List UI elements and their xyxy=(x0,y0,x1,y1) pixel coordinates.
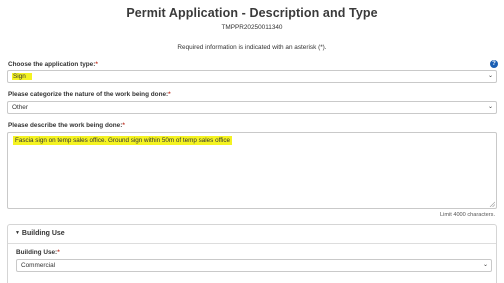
caret-down-icon: ▼ xyxy=(15,230,20,236)
panel-divider xyxy=(8,243,496,244)
building-use-label-text: Building Use: xyxy=(16,249,58,256)
application-type-label: Choose the application type:* xyxy=(8,61,98,68)
building-use-label: Building Use:* xyxy=(16,249,60,256)
work-category-label: Please categorize the nature of the work… xyxy=(8,91,171,98)
application-type-label-text: Choose the application type: xyxy=(8,61,96,68)
work-category-value: Other xyxy=(12,104,28,111)
work-description-textarea[interactable]: Fascia sign on temp sales office. Ground… xyxy=(7,132,497,209)
application-type-select[interactable]: Sign ⌄ xyxy=(7,70,497,83)
required-asterisk: * xyxy=(95,61,98,68)
required-asterisk: * xyxy=(122,122,125,129)
required-asterisk: * xyxy=(57,249,60,256)
application-type-value: Sign xyxy=(12,73,32,80)
work-category-select[interactable]: Other ⌄ xyxy=(7,101,497,114)
building-use-value: Commercial xyxy=(21,262,56,269)
work-description-value: Fascia sign on temp sales office. Ground… xyxy=(13,136,233,145)
required-asterisk: * xyxy=(168,91,171,98)
chevron-down-icon: ⌄ xyxy=(487,104,493,110)
chevron-down-icon: ⌄ xyxy=(487,73,493,79)
resize-grip-icon[interactable] xyxy=(489,201,495,207)
building-use-select[interactable]: Commercial ⌄ xyxy=(16,259,492,272)
application-number: TMPPR20250011340 xyxy=(221,24,283,31)
chevron-down-icon: ⌄ xyxy=(482,262,488,268)
building-use-panel-title: Building Use xyxy=(21,230,65,237)
question-circle-icon[interactable]: ? xyxy=(490,60,498,68)
work-category-label-text: Please categorize the nature of the work… xyxy=(8,91,169,98)
work-description-label-text: Please describe the work being done: xyxy=(8,122,123,129)
building-use-panel: ▼ Building Use Building Use:* Commercial… xyxy=(7,224,497,283)
work-description-label: Please describe the work being done:* xyxy=(8,122,125,129)
page-title: Permit Application - Description and Typ… xyxy=(126,6,378,20)
building-use-panel-header[interactable]: ▼ Building Use xyxy=(15,230,65,237)
character-limit-text: Limit 4000 characters. xyxy=(439,212,495,218)
required-note: Required information is indicated with a… xyxy=(177,44,327,51)
